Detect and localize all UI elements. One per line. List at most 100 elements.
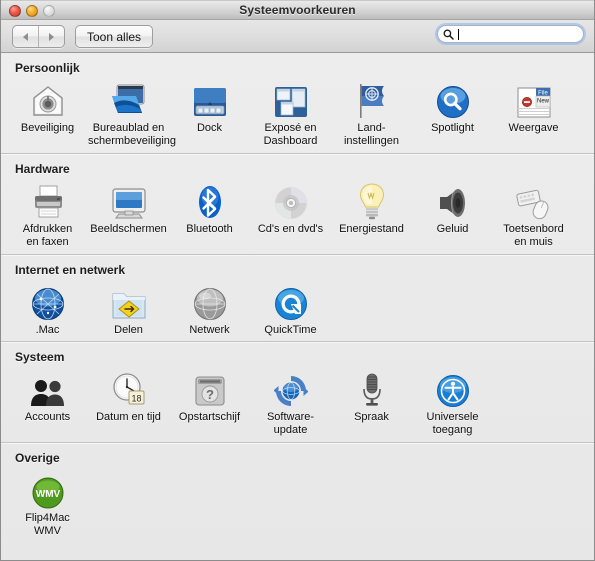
pref-item-bureaublad[interactable]: Bureaublad en schermbeveiliging [88,81,177,147]
search-caret [458,29,459,40]
pref-label: Afdrukken en faxen [22,223,73,248]
accounts-users-icon [7,370,88,408]
back-arrow-icon [23,32,28,41]
displays-icon [88,182,169,220]
speech-microphone-icon [331,370,412,408]
forward-button[interactable] [38,26,64,47]
pref-item-spotlight[interactable]: Spotlight [412,81,493,135]
startup-disk-icon: ? [169,370,250,408]
pref-item-quicktime[interactable]: QuickTime [250,283,331,337]
pref-item-datum-en-tijd[interactable]: 18 Datum en tijd [88,370,169,424]
pref-item-expose[interactable]: Exposé en Dashboard [250,81,331,147]
preferences-content: Persoonlijk Beveiliging Bureaublad en sc… [1,53,594,559]
flip4mac-wmv-icon: WMV [7,471,88,509]
pref-item-cds-en-dvds[interactable]: Cd's en dvd's [250,182,331,236]
section-title-persoonlijk: Persoonlijk [15,61,80,75]
pref-item-geluid[interactable]: Geluid [412,182,493,236]
svg-text:File: File [538,90,548,96]
pref-item-energiestand[interactable]: Energiestand [331,182,412,236]
pref-item-afdrukken-en-faxen[interactable]: Afdrukken en faxen [7,182,88,248]
section-persoonlijk: Persoonlijk Beveiliging Bureaublad en sc… [1,53,594,153]
pref-label: Land- instellingen [343,122,400,147]
pref-item-accounts[interactable]: Accounts [7,370,88,424]
desktop-screensaver-icon [88,81,169,119]
window-titlebar: Systeemvoorkeuren [1,0,594,20]
system-preferences-window: Systeemvoorkeuren Toon alles Persoonlijk… [0,0,595,561]
pref-item-weergave[interactable]: File New Weergave [493,81,574,135]
pref-label: Exposé en Dashboard [263,122,318,147]
pref-item-dock[interactable]: Dock [169,81,250,135]
navigation-segmented-control [12,25,65,48]
printer-fax-icon [7,182,88,220]
pref-label: Accounts [24,411,71,423]
window-toolbar: Toon alles [1,20,594,53]
pref-label: Software- update [266,411,315,436]
pref-label: QuickTime [264,324,317,336]
dock-icon [169,81,250,119]
pref-item-netwerk[interactable]: Netwerk [169,283,250,337]
search-icon [443,29,454,40]
pref-label: Beveiliging [20,122,75,134]
search-focus-ring [435,23,586,45]
back-button[interactable] [13,26,38,47]
security-icon [7,81,88,119]
pref-label: Toetsenbord en muis [503,223,564,248]
svg-text:?: ? [206,387,214,402]
pref-label: .Mac [35,324,60,336]
section-title-internet: Internet en netwerk [15,263,126,277]
svg-text:New: New [536,98,549,104]
pref-label: Weergave [508,122,559,134]
pref-item-spraak[interactable]: Spraak [331,370,412,424]
section-overige: Overige WMV Flip4Mac WMV [1,443,594,543]
pref-item-flip4mac-wmv[interactable]: WMV Flip4Mac WMV [7,471,88,537]
pref-item-toetsenbord-en-muis[interactable]: Toetsenbord en muis [493,182,574,248]
svg-text:18: 18 [131,394,141,404]
expose-dashboard-icon [250,81,331,119]
pref-label: Cd's en dvd's [257,223,324,235]
window-title: Systeemvoorkeuren [239,3,356,17]
section-hardware: Hardware Afdrukken en faxen Beeldscherme… [1,154,594,254]
pref-item-opstartschijf[interactable]: ? Opstartschijf [169,370,250,424]
sharing-folder-icon [88,283,169,321]
software-update-icon [250,370,331,408]
pref-label: Spraak [354,411,389,423]
bluetooth-icon [169,182,250,220]
section-title-systeem: Systeem [15,350,65,364]
pref-label: Bureaublad en schermbeveiliging [88,122,177,147]
forward-arrow-icon [49,32,54,41]
pref-label: Opstartschijf [178,411,241,423]
section-internet-en-netwerk: Internet en netwerk .Mac Delen Netwerk Q… [1,255,594,341]
pref-label: Flip4Mac WMV [25,512,70,537]
pref-item-beveiliging[interactable]: Beveiliging [7,81,88,135]
pref-item-beeldschermen[interactable]: Beeldschermen [88,182,169,236]
pref-item-landinstellingen[interactable]: Land- instellingen [331,81,412,147]
pref-label: Datum en tijd [96,411,161,423]
pref-label: Bluetooth [186,223,233,235]
spotlight-icon [412,81,493,119]
appearance-icon: File New [493,81,574,119]
keyboard-mouse-icon [493,182,574,220]
date-time-clock-icon: 18 [88,370,169,408]
pref-label: Universele toegang [426,411,479,436]
section-title-overige: Overige [15,451,60,465]
pref-label: Geluid [436,223,469,235]
section-systeem: Systeem Accounts 18 Datum en tijd ? Opst… [1,342,594,442]
pref-item-software-update[interactable]: Software- update [250,370,331,436]
pref-label: Energiestand [339,223,404,235]
svg-text:WMV: WMV [35,489,60,500]
search-input[interactable] [438,26,583,42]
pref-label: Dock [196,122,223,134]
pref-item-delen[interactable]: Delen [88,283,169,337]
sound-speaker-icon [412,182,493,220]
cd-dvd-icon [250,182,331,220]
pref-label: Spotlight [431,122,474,134]
pref-label: Beeldschermen [90,223,167,235]
international-flag-icon [331,81,412,119]
pref-label: Delen [114,324,143,336]
dotmac-globe-icon [7,283,88,321]
pref-item-bluetooth[interactable]: Bluetooth [169,182,250,236]
show-all-button[interactable]: Toon alles [75,25,154,48]
search-field[interactable] [437,25,584,43]
pref-item-mac[interactable]: .Mac [7,283,88,337]
pref-item-universele-toegang[interactable]: Universele toegang [412,370,493,436]
